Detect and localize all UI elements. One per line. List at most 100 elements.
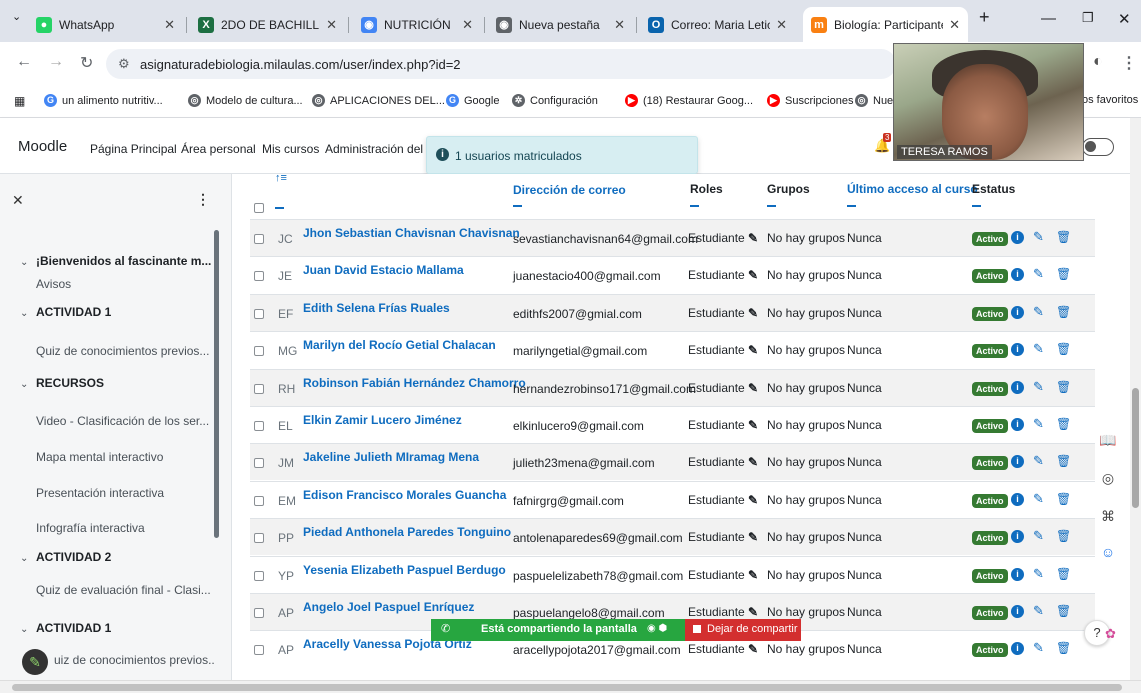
trash-icon[interactable]: 🗑 xyxy=(1056,417,1071,431)
header-last-access[interactable]: Último acceso al curso xyxy=(847,182,978,196)
new-tab-button[interactable]: + xyxy=(979,7,990,28)
row-checkbox[interactable] xyxy=(254,421,264,431)
edit-enrolment-icon[interactable]: ✎ xyxy=(1033,416,1044,432)
drawer-activity[interactable]: Video - Clasificación de los ser... xyxy=(0,414,214,428)
minimize-icon[interactable]: — xyxy=(1041,10,1056,27)
participant-name-link[interactable]: Piedad Anthonela Paredes Tonguino xyxy=(303,525,511,539)
edit-enrolment-icon[interactable]: ✎ xyxy=(1033,640,1044,656)
close-drawer-icon[interactable]: ✕ xyxy=(12,192,24,209)
chevron-down-icon[interactable]: ⌄ xyxy=(20,553,36,564)
participant-name-link[interactable]: Angelo Joel Paspuel Enríquez xyxy=(303,600,474,614)
sort-icon[interactable]: ↑≡ xyxy=(275,174,287,184)
info-icon[interactable]: i xyxy=(1011,231,1024,244)
pencil-edit-icon[interactable]: ✎ xyxy=(22,649,48,675)
scrollbar-thumb[interactable] xyxy=(12,684,1122,691)
close-tab-icon[interactable]: ✕ xyxy=(614,17,625,33)
row-checkbox[interactable] xyxy=(254,495,264,506)
nav-home[interactable]: Página Principal xyxy=(90,142,177,156)
tab-4[interactable]: O Correo: Maria Leticia ✕ xyxy=(640,7,795,42)
trash-icon[interactable]: 🗑 xyxy=(1056,492,1071,506)
edit-enrolment-icon[interactable]: ✎ xyxy=(1033,491,1044,507)
bookmark-2[interactable]: ◎ APLICACIONES DEL... xyxy=(312,94,445,107)
row-checkbox[interactable] xyxy=(254,645,264,656)
participant-name-link[interactable]: Edison Francisco Morales Guancha xyxy=(303,488,506,502)
trash-icon[interactable]: 🗑 xyxy=(1056,342,1071,356)
select-all-checkbox[interactable] xyxy=(254,203,264,213)
row-checkbox[interactable] xyxy=(254,458,264,469)
info-icon[interactable]: i xyxy=(1011,305,1024,319)
row-checkbox[interactable] xyxy=(254,533,264,544)
info-icon[interactable]: i xyxy=(1011,492,1024,506)
bookmark-6[interactable]: ▶ Suscripciones xyxy=(767,94,853,107)
edit-enrolment-icon[interactable]: ✎ xyxy=(1033,229,1044,245)
edit-role-icon[interactable]: ✎ xyxy=(745,343,758,357)
close-tab-icon[interactable]: ✕ xyxy=(164,17,175,33)
trash-icon[interactable]: 🗑 xyxy=(1056,641,1071,655)
info-icon[interactable]: i xyxy=(1011,380,1024,394)
row-checkbox[interactable] xyxy=(254,570,264,581)
edit-role-icon[interactable]: ✎ xyxy=(745,642,758,656)
trash-icon[interactable]: 🗑 xyxy=(1056,454,1071,468)
profile-avatar[interactable]: ◐ xyxy=(1093,53,1103,71)
info-icon[interactable]: i xyxy=(1011,605,1024,618)
trash-icon[interactable]: 🗑 xyxy=(1056,305,1071,319)
horizontal-scrollbar[interactable] xyxy=(0,680,1141,693)
close-window-icon[interactable]: ✕ xyxy=(1118,10,1131,28)
tab-2[interactable]: ◉ NUTRICIÓN ✕ xyxy=(353,7,481,42)
all-bookmarks-link[interactable]: os favoritos xyxy=(1082,94,1138,106)
info-icon[interactable]: i xyxy=(1011,268,1024,282)
participant-name-link[interactable]: Yesenia Elizabeth Paspuel Berdugo xyxy=(303,563,506,577)
browser-menu-icon[interactable]: ⋮ xyxy=(1121,53,1137,73)
bookmark-3[interactable]: G Google xyxy=(446,94,499,107)
participant-name-link[interactable]: Elkin Zamir Lucero Jiménez xyxy=(303,413,462,427)
drawer-activity[interactable]: Avisos xyxy=(0,277,214,291)
drawer-scrollbar[interactable] xyxy=(214,230,219,538)
participant-name-link[interactable]: Jakeline Julieth MIramag Mena xyxy=(303,450,479,464)
edit-enrolment-icon[interactable]: ✎ xyxy=(1033,341,1044,357)
edit-enrolment-icon[interactable]: ✎ xyxy=(1033,304,1044,320)
drawer-activity[interactable]: Mapa mental interactivo xyxy=(0,450,214,464)
edit-role-icon[interactable]: ✎ xyxy=(745,306,758,320)
assistant-icon[interactable]: ☺ xyxy=(1098,544,1118,560)
edit-role-icon[interactable]: ✎ xyxy=(745,455,758,469)
edit-role-icon[interactable]: ✎ xyxy=(745,605,758,619)
trash-icon[interactable]: 🗑 xyxy=(1056,230,1071,244)
info-icon[interactable]: i xyxy=(1011,455,1024,469)
bookmark-5[interactable]: ▶ (18) Restaurar Goog... xyxy=(625,94,753,107)
tab-5[interactable]: m Biología: Participante ✕ xyxy=(803,7,968,42)
brain-icon[interactable]: ✿ xyxy=(1105,626,1116,642)
tab-1[interactable]: X 2DO DE BACHILLERAT ✕ xyxy=(190,7,345,42)
page-scrollbar[interactable] xyxy=(1130,118,1141,680)
edit-role-icon[interactable]: ✎ xyxy=(745,381,758,395)
tab-3[interactable]: ◉ Nueva pestaña ✕ xyxy=(488,7,633,42)
trash-icon[interactable]: 🗑 xyxy=(1056,380,1071,394)
participant-name-link[interactable]: Edith Selena Frías Ruales xyxy=(303,301,450,315)
info-icon[interactable]: i xyxy=(1011,642,1024,656)
edit-enrolment-icon[interactable]: ✎ xyxy=(1033,266,1044,282)
video-call-tile[interactable]: TERESA RAMOS xyxy=(893,43,1084,161)
trash-icon[interactable]: 🗑 xyxy=(1056,529,1071,543)
bookmark-4[interactable]: ✲ Configuración xyxy=(512,94,598,107)
chevron-down-icon[interactable]: ⌄ xyxy=(20,379,36,390)
scrollbar-thumb[interactable] xyxy=(1132,388,1139,508)
chevron-down-icon[interactable]: ⌄ xyxy=(20,308,36,319)
edit-enrolment-icon[interactable]: ✎ xyxy=(1033,566,1044,582)
edit-enrolment-icon[interactable]: ✎ xyxy=(1033,453,1044,469)
close-tab-icon[interactable]: ✕ xyxy=(326,17,337,33)
chevron-down-icon[interactable]: ⌄ xyxy=(20,624,36,635)
back-icon[interactable]: ← xyxy=(16,53,32,71)
edit-mode-toggle[interactable] xyxy=(1082,138,1114,156)
info-icon[interactable]: i xyxy=(1011,530,1024,544)
row-checkbox[interactable] xyxy=(254,234,264,244)
site-info-icon[interactable]: ⚙ xyxy=(118,56,130,72)
row-checkbox[interactable] xyxy=(254,383,264,394)
book-icon[interactable]: 📖 xyxy=(1098,432,1118,449)
drawer-section[interactable]: ⌄ ACTIVIDAD 1 xyxy=(0,621,214,635)
edit-role-icon[interactable]: ✎ xyxy=(745,268,758,282)
drawer-activity[interactable]: Infografía interactiva xyxy=(0,521,214,535)
drawer-activity[interactable]: Quiz de conocimientos previos... xyxy=(0,344,214,358)
info-icon[interactable]: i xyxy=(1011,343,1024,357)
bookmark-0[interactable]: Gun alimento nutritiv... xyxy=(44,94,163,107)
edit-role-icon[interactable]: ✎ xyxy=(745,530,758,544)
nav-my-courses[interactable]: Mis cursos xyxy=(262,142,319,156)
